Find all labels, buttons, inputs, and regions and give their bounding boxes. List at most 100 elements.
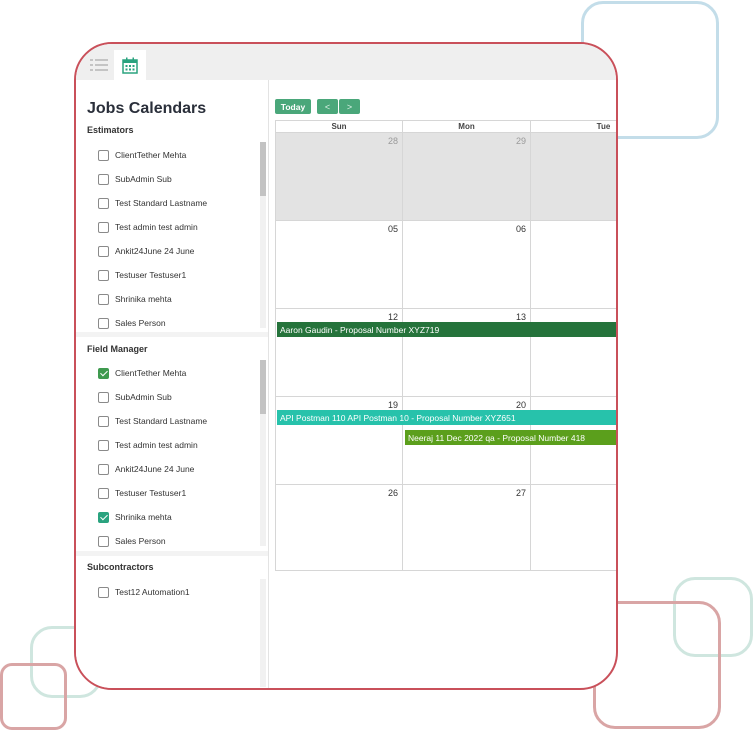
checkbox[interactable] <box>98 173 109 185</box>
day-number: 27 <box>515 488 526 498</box>
field-manager-item[interactable]: Ankit24June 24 June <box>98 462 194 476</box>
day-of-week-header: Mon <box>403 121 531 133</box>
day-number: 20 <box>515 400 526 410</box>
list-icon <box>90 59 108 71</box>
calendar-event[interactable]: Aaron Gaudin - Proposal Number XYZ719 <box>277 322 616 337</box>
estimator-label: Sales Person <box>115 318 166 328</box>
filter-sidebar: Jobs Calendars Estimators ClientTether M… <box>76 80 269 688</box>
field-manager-item[interactable]: ClientTether Mehta <box>98 366 186 380</box>
estimator-item[interactable]: ClientTether Mehta <box>98 148 186 162</box>
field-manager-label: SubAdmin Sub <box>115 392 172 402</box>
tab-calendar-view[interactable] <box>114 50 146 80</box>
estimator-label: Test admin test admin <box>115 222 198 232</box>
checkbox-checked[interactable] <box>98 367 109 379</box>
section-divider <box>76 551 268 556</box>
day-number: 26 <box>387 488 398 498</box>
checkbox[interactable] <box>98 487 109 499</box>
field-manager-item[interactable]: Test Standard Lastname <box>98 414 207 428</box>
checkbox[interactable] <box>98 439 109 451</box>
checkbox[interactable] <box>98 197 109 209</box>
scrollbar[interactable] <box>260 579 266 687</box>
field-manager-list: ClientTether Mehta SubAdmin Sub Test Sta… <box>76 358 268 548</box>
checkbox[interactable] <box>98 293 109 305</box>
checkbox-checked[interactable] <box>98 511 109 523</box>
estimator-label: SubAdmin Sub <box>115 174 172 184</box>
day-number: 19 <box>387 400 398 410</box>
estimator-item[interactable]: Sales Person <box>98 316 166 330</box>
estimator-item[interactable]: Ankit24June 24 June <box>98 244 194 258</box>
field-manager-label: Testuser Testuser1 <box>115 488 187 498</box>
subcontractor-label: Test12 Automation1 <box>115 587 190 597</box>
subcontractors-list: Test12 Automation1 <box>76 577 268 687</box>
estimator-item[interactable]: Test admin test admin <box>98 220 198 234</box>
section-divider <box>76 332 268 337</box>
field-manager-label: Ankit24June 24 June <box>115 464 195 474</box>
day-cell[interactable] <box>531 133 616 221</box>
estimator-label: Ankit24June 24 June <box>115 246 195 256</box>
checkbox[interactable] <box>98 245 109 257</box>
day-cell[interactable]: 27 <box>403 485 531 571</box>
day-cell[interactable] <box>531 221 616 309</box>
estimator-item[interactable]: SubAdmin Sub <box>98 172 172 186</box>
checkbox[interactable] <box>98 317 109 329</box>
estimator-label: Test Standard Lastname <box>115 198 208 208</box>
field-manager-label: Test Standard Lastname <box>115 416 208 426</box>
calendar-event[interactable]: API Postman 110 API Postman 10 - Proposa… <box>277 410 616 425</box>
decorative-frame <box>0 663 67 730</box>
estimator-label: Testuser Testuser1 <box>115 270 187 280</box>
prev-button[interactable]: < <box>317 99 338 114</box>
day-number: 13 <box>515 312 526 322</box>
checkbox[interactable] <box>98 415 109 427</box>
day-of-week-header: Tue <box>531 121 616 133</box>
checkbox[interactable] <box>98 586 109 598</box>
checkbox[interactable] <box>98 535 109 547</box>
field-manager-label: Test admin test admin <box>115 440 198 450</box>
day-number: 05 <box>387 224 398 234</box>
checkbox[interactable] <box>98 221 109 233</box>
estimator-item[interactable]: Test Standard Lastname <box>98 196 207 210</box>
field-manager-item[interactable]: SubAdmin Sub <box>98 390 172 404</box>
day-of-week-header: Sun <box>276 121 403 133</box>
estimator-item[interactable]: Testuser Testuser1 <box>98 268 186 282</box>
day-cell[interactable]: 28 <box>276 133 403 221</box>
next-button[interactable]: > <box>339 99 360 114</box>
day-number: 06 <box>515 224 526 234</box>
estimators-list: ClientTether Mehta SubAdmin Sub Test Sta… <box>76 140 268 330</box>
estimator-label: Shrinika mehta <box>115 294 172 304</box>
calendar-icon <box>122 57 138 74</box>
scrollbar-thumb[interactable] <box>260 142 266 196</box>
view-tab-bar <box>76 44 616 80</box>
field-manager-label: Shrinika mehta <box>115 512 172 522</box>
day-cell[interactable]: 05 <box>276 221 403 309</box>
calendar-event[interactable]: Neeraj 11 Dec 2022 qa - Proposal Number … <box>405 430 616 445</box>
today-button[interactable]: Today <box>275 99 311 114</box>
field-manager-item[interactable]: Test admin test admin <box>98 438 198 452</box>
day-number: 29 <box>515 136 526 146</box>
checkbox[interactable] <box>98 391 109 403</box>
field-manager-item[interactable]: Sales Person <box>98 534 166 548</box>
field-manager-item[interactable]: Shrinika mehta <box>98 510 172 524</box>
app-window: Jobs Calendars Estimators ClientTether M… <box>74 42 618 690</box>
scrollbar[interactable] <box>260 360 266 546</box>
checkbox[interactable] <box>98 149 109 161</box>
day-number: 28 <box>387 136 398 146</box>
day-number: 12 <box>387 312 398 322</box>
field-manager-label: Sales Person <box>115 536 166 546</box>
section-title-estimators: Estimators <box>87 125 134 135</box>
scrollbar[interactable] <box>260 142 266 328</box>
day-cell[interactable] <box>531 485 616 571</box>
day-cell[interactable]: 29 <box>403 133 531 221</box>
calendar-panel: Today < > Sun Mon Tue 28 29 05 06 12 13 … <box>269 80 616 688</box>
checkbox[interactable] <box>98 269 109 281</box>
day-cell[interactable]: 06 <box>403 221 531 309</box>
estimator-label: ClientTether Mehta <box>115 150 187 160</box>
field-manager-label: ClientTether Mehta <box>115 368 187 378</box>
chevron-right-icon: > <box>346 101 353 112</box>
estimator-item[interactable]: Shrinika mehta <box>98 292 172 306</box>
day-cell[interactable]: 26 <box>276 485 403 571</box>
scrollbar-thumb[interactable] <box>260 360 266 414</box>
field-manager-item[interactable]: Testuser Testuser1 <box>98 486 186 500</box>
checkbox[interactable] <box>98 463 109 475</box>
tab-list-view[interactable] <box>84 50 114 80</box>
subcontractor-item[interactable]: Test12 Automation1 <box>98 585 190 599</box>
